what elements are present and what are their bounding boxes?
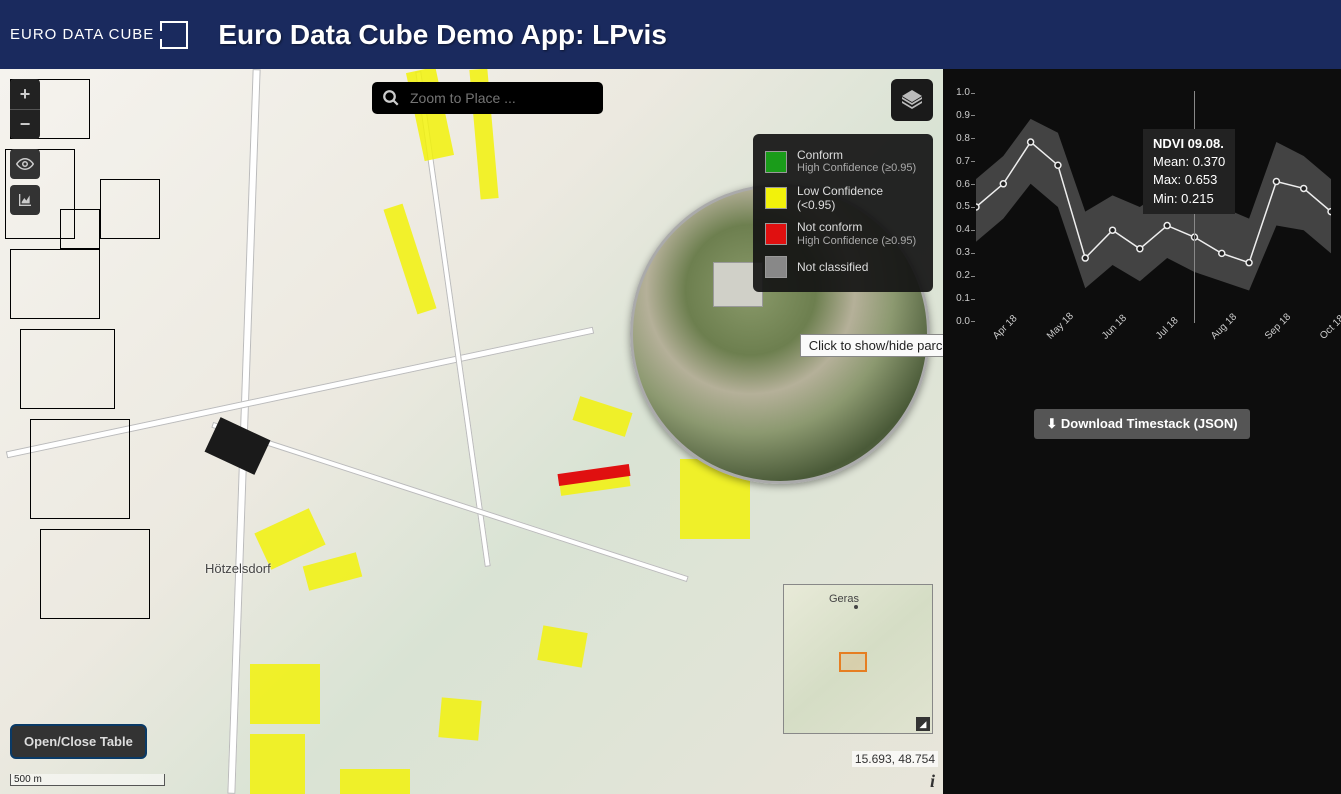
minimap[interactable]: Geras ◢ [783,584,933,734]
legend-item[interactable]: ConformHigh Confidence (≥0.95) [765,144,921,180]
chart-tooltip: NDVI 09.08. Mean: 0.370 Max: 0.653 Min: … [1143,129,1235,214]
legend-title: Low Confidence (<0.95) [797,184,921,213]
app-header: EURO DATA CUBE Euro Data Cube Demo App: … [0,0,1341,69]
swatch-icon [765,151,787,173]
legend-item[interactable]: Not conformHigh Confidence (≥0.95) [765,216,921,252]
coordinates-display: 15.693, 48.754 [852,751,938,767]
swatch-icon [765,256,787,278]
open-table-button[interactable]: Open/Close Table [10,724,147,759]
main-layout: Hötzelsdorf + − ConformHigh Confidence ( [0,69,1341,794]
parcel[interactable] [250,734,305,794]
layers-icon [900,88,924,112]
logo-box-icon [160,21,188,49]
parcel[interactable] [537,625,587,667]
toggle-visibility-button[interactable] [10,149,40,179]
legend-item[interactable]: Not classified [765,252,921,282]
map-legend: ConformHigh Confidence (≥0.95) Low Confi… [753,134,933,292]
info-button[interactable]: i [930,771,935,792]
tooltip-title: NDVI 09.08. [1153,135,1225,153]
app-title: Euro Data Cube Demo App: LPvis [218,19,667,51]
legend-sub: High Confidence (≥0.95) [797,235,916,248]
layers-button[interactable] [891,79,933,121]
zoom-out-button[interactable]: − [10,109,40,139]
parcel-outline[interactable] [20,329,115,409]
parcel-outline[interactable] [30,419,130,519]
y-axis: 1.00.90.80.70.60.50.40.30.20.10.0 [948,87,970,327]
x-axis: Apr 18May 18Jun 18Jul 18Aug 18Sep 18Oct … [976,326,1331,361]
search-icon [382,89,400,107]
swatch-icon [765,187,787,209]
tooltip-min: Min: 0.215 [1153,190,1225,208]
legend-tooltip: Click to show/hide parcels [800,334,943,357]
download-icon: ⬇ [1046,416,1057,431]
legend-item[interactable]: Low Confidence (<0.95) [765,180,921,217]
chart-panel-button[interactable] [10,185,40,215]
map-controls: + − [10,79,40,215]
brand-text: EURO DATA CUBE [10,26,154,43]
eye-icon [16,155,34,173]
map-canvas[interactable]: Hötzelsdorf + − ConformHigh Confidence ( [0,69,943,794]
scale-bar: 500 m [10,774,165,786]
minimap-viewport[interactable] [839,652,867,672]
ndvi-chart[interactable]: 1.00.90.80.70.60.50.40.30.20.10.0 Apr 18… [948,79,1336,369]
legend-title: Not classified [797,260,868,274]
parcel[interactable] [250,664,320,724]
parcel-outline[interactable] [60,209,100,249]
chart-area-icon [17,192,33,208]
swatch-icon [765,223,787,245]
parcel-outline[interactable] [100,179,160,239]
tooltip-mean: Mean: 0.370 [1153,153,1225,171]
parcel-outline[interactable] [40,529,150,619]
parcel-outline[interactable] [10,249,100,319]
download-timestack-button[interactable]: ⬇ Download Timestack (JSON) [1034,409,1249,439]
place-label: Hötzelsdorf [205,561,271,576]
chart-sidebar: 1.00.90.80.70.60.50.40.30.20.10.0 Apr 18… [943,69,1341,794]
minimap-label: Geras [829,593,859,605]
download-label: Download Timestack (JSON) [1061,416,1238,431]
tooltip-max: Max: 0.653 [1153,171,1225,189]
legend-title: Conform [797,148,916,162]
search-input[interactable] [410,90,593,106]
legend-title: Not conform [797,220,916,234]
zoom-in-button[interactable]: + [10,79,40,109]
minimap-dot-icon [854,605,858,609]
brand-logo: EURO DATA CUBE [10,21,188,49]
minimap-collapse-button[interactable]: ◢ [916,717,930,731]
parcel[interactable] [438,697,481,740]
parcel[interactable] [340,769,410,794]
legend-sub: High Confidence (≥0.95) [797,162,916,175]
search-box[interactable] [372,82,603,114]
